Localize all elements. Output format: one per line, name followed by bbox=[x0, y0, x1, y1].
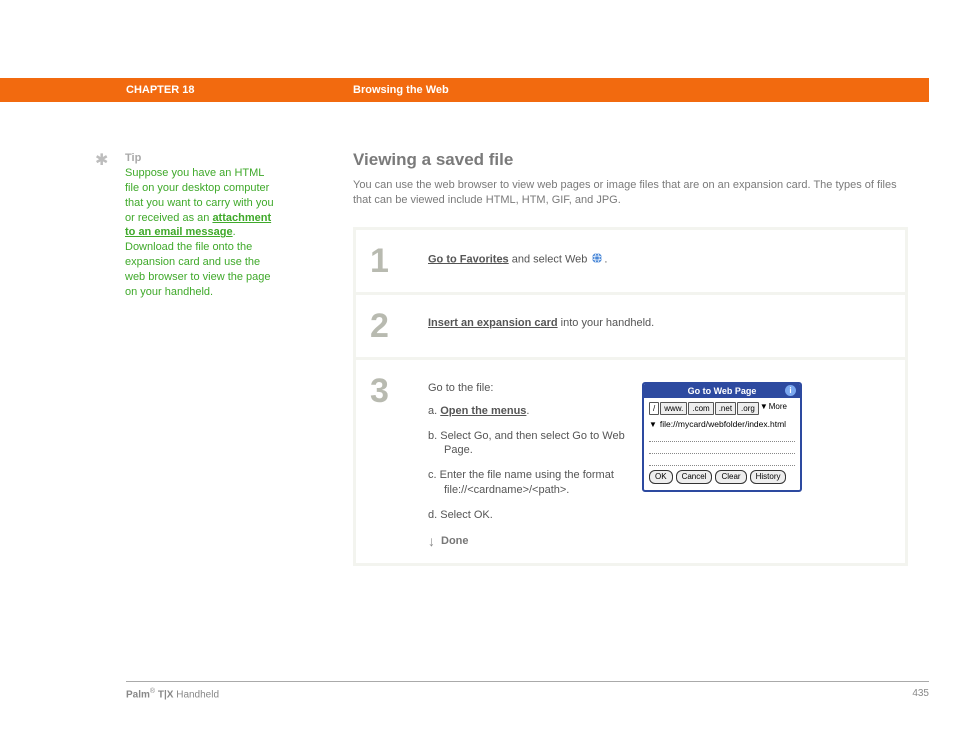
tab-com[interactable]: .com bbox=[688, 402, 713, 415]
url-input[interactable]: file://mycard/webfolder/index.html bbox=[660, 419, 786, 429]
step-number: 3 bbox=[366, 374, 428, 408]
step-3-text: Go to the file: a. Open the menus. b. Se… bbox=[428, 382, 628, 549]
dropdown-arrow-icon[interactable]: ▼ bbox=[760, 402, 768, 415]
section-title: Browsing the Web bbox=[353, 84, 449, 96]
tip-body: Suppose you have an HTML file on your de… bbox=[125, 166, 280, 300]
step-1: 1 Go to Favorites and select Web . bbox=[356, 230, 905, 292]
url-shortcut-tabs: / www. .com .net .org ▼ More bbox=[649, 402, 795, 415]
web-icon bbox=[590, 252, 604, 267]
page-title: Viewing a saved file bbox=[353, 150, 908, 170]
go-to-favorites-link[interactable]: Go to Favorites bbox=[428, 253, 509, 265]
tip-sidebar: ✱ Tip Suppose you have an HTML file on y… bbox=[95, 152, 290, 300]
step-2-content: Insert an expansion card into your handh… bbox=[428, 309, 895, 329]
tab-more[interactable]: More bbox=[769, 402, 787, 415]
url-input-row: ▼ file://mycard/webfolder/index.html bbox=[649, 419, 795, 429]
step-2: 2 Insert an expansion card into your han… bbox=[356, 295, 905, 357]
ok-button[interactable]: OK bbox=[649, 470, 673, 484]
step-number: 2 bbox=[366, 309, 428, 343]
product-name: Palm® T|X Handheld bbox=[126, 688, 219, 700]
step-1-period: . bbox=[604, 253, 607, 265]
cancel-button[interactable]: Cancel bbox=[676, 470, 713, 484]
open-the-menus-link[interactable]: Open the menus bbox=[440, 405, 526, 417]
input-line[interactable] bbox=[649, 457, 795, 466]
info-icon[interactable]: i bbox=[785, 385, 796, 396]
steps-container: 1 Go to Favorites and select Web . 2 Ins… bbox=[353, 227, 908, 566]
insert-expansion-card-link[interactable]: Insert an expansion card bbox=[428, 317, 558, 329]
step-3c: c. Enter the file name using the format … bbox=[428, 468, 628, 498]
chapter-label: CHAPTER 18 bbox=[126, 84, 194, 96]
done-indicator: ↓ Done bbox=[428, 533, 628, 549]
step-1-text: and select Web bbox=[509, 253, 591, 265]
tab-net[interactable]: .net bbox=[715, 402, 736, 415]
tab-org[interactable]: .org bbox=[737, 402, 759, 415]
step-3a: a. Open the menus. bbox=[428, 404, 628, 419]
step-2-text: into your handheld. bbox=[558, 317, 655, 329]
done-label: Done bbox=[441, 535, 469, 547]
step-3-lead: Go to the file: bbox=[428, 382, 628, 394]
page-intro: You can use the web browser to view web … bbox=[353, 178, 908, 209]
step-number: 1 bbox=[366, 244, 428, 278]
page-footer: Palm® T|X Handheld 435 bbox=[126, 681, 929, 700]
main-content: Viewing a saved file You can use the web… bbox=[353, 150, 908, 566]
tab-www[interactable]: www. bbox=[660, 402, 687, 415]
tab-slash[interactable]: / bbox=[649, 402, 659, 415]
go-to-web-page-dialog: Go to Web Page i / www. .com .net .org ▼ bbox=[642, 382, 802, 492]
step-3d: d. Select OK. bbox=[428, 508, 628, 523]
step-3b: b. Select Go, and then select Go to Web … bbox=[428, 429, 628, 459]
tip-label: Tip bbox=[125, 152, 290, 164]
done-arrow-icon: ↓ bbox=[428, 533, 435, 549]
clear-button[interactable]: Clear bbox=[715, 470, 746, 484]
chapter-header-bar: CHAPTER 18 Browsing the Web bbox=[0, 78, 929, 102]
dropdown-arrow-icon[interactable]: ▼ bbox=[649, 420, 657, 429]
asterisk-icon: ✱ bbox=[95, 150, 108, 170]
step-3-content: Go to the file: a. Open the menus. b. Se… bbox=[428, 374, 895, 549]
step-3: 3 Go to the file: a. Open the menus. b. … bbox=[356, 360, 905, 563]
page-number: 435 bbox=[912, 688, 929, 700]
dialog-body: / www. .com .net .org ▼ More ▼ file://my… bbox=[644, 398, 800, 490]
input-line[interactable] bbox=[649, 433, 795, 442]
step-1-content: Go to Favorites and select Web . bbox=[428, 244, 895, 267]
dialog-titlebar: Go to Web Page i bbox=[644, 384, 800, 398]
dialog-button-row: OK Cancel Clear History bbox=[649, 470, 795, 484]
dialog-title-text: Go to Web Page bbox=[688, 386, 757, 396]
history-button[interactable]: History bbox=[750, 470, 787, 484]
input-line[interactable] bbox=[649, 445, 795, 454]
